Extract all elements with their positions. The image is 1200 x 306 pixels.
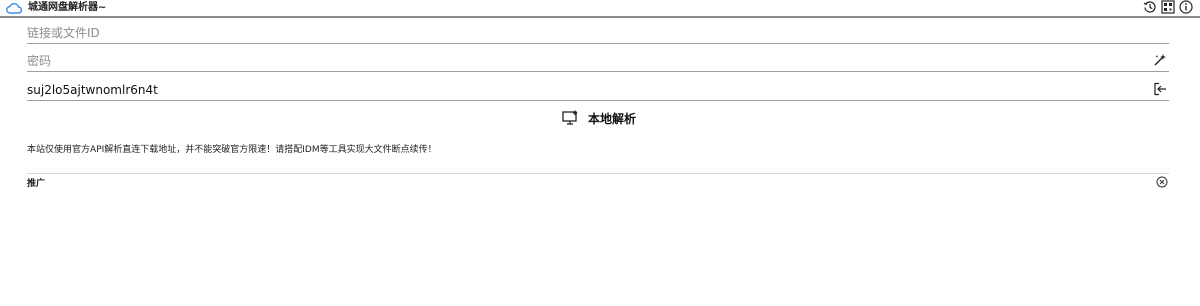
promo-divider — [27, 173, 1169, 174]
monitor-parse-icon — [562, 110, 578, 125]
link-field — [27, 20, 1169, 44]
password-input[interactable] — [27, 52, 1137, 70]
cloud-logo-icon — [6, 3, 22, 14]
notice-text: 本站仅使用官方API解析直连下载地址，并不能突破官方限速！请搭配IDM等工具实现… — [27, 145, 437, 155]
history-icon[interactable] — [1143, 0, 1157, 14]
close-circle-icon[interactable] — [1156, 176, 1168, 188]
token-field — [27, 77, 1169, 101]
promo-label: 推广 — [27, 179, 46, 189]
magic-wand-icon[interactable] — [1153, 53, 1167, 67]
token-input[interactable] — [27, 81, 1137, 99]
qr-code-icon[interactable] — [1161, 0, 1175, 14]
logout-icon[interactable] — [1153, 82, 1167, 96]
local-parse-label: 本地解析 — [588, 112, 637, 126]
password-field — [27, 48, 1169, 72]
title-bar: 城通网盘解析器~ — [0, 0, 1200, 18]
info-icon[interactable] — [1179, 0, 1193, 14]
link-input[interactable] — [27, 24, 1137, 42]
app-title: 城通网盘解析器~ — [28, 2, 107, 13]
